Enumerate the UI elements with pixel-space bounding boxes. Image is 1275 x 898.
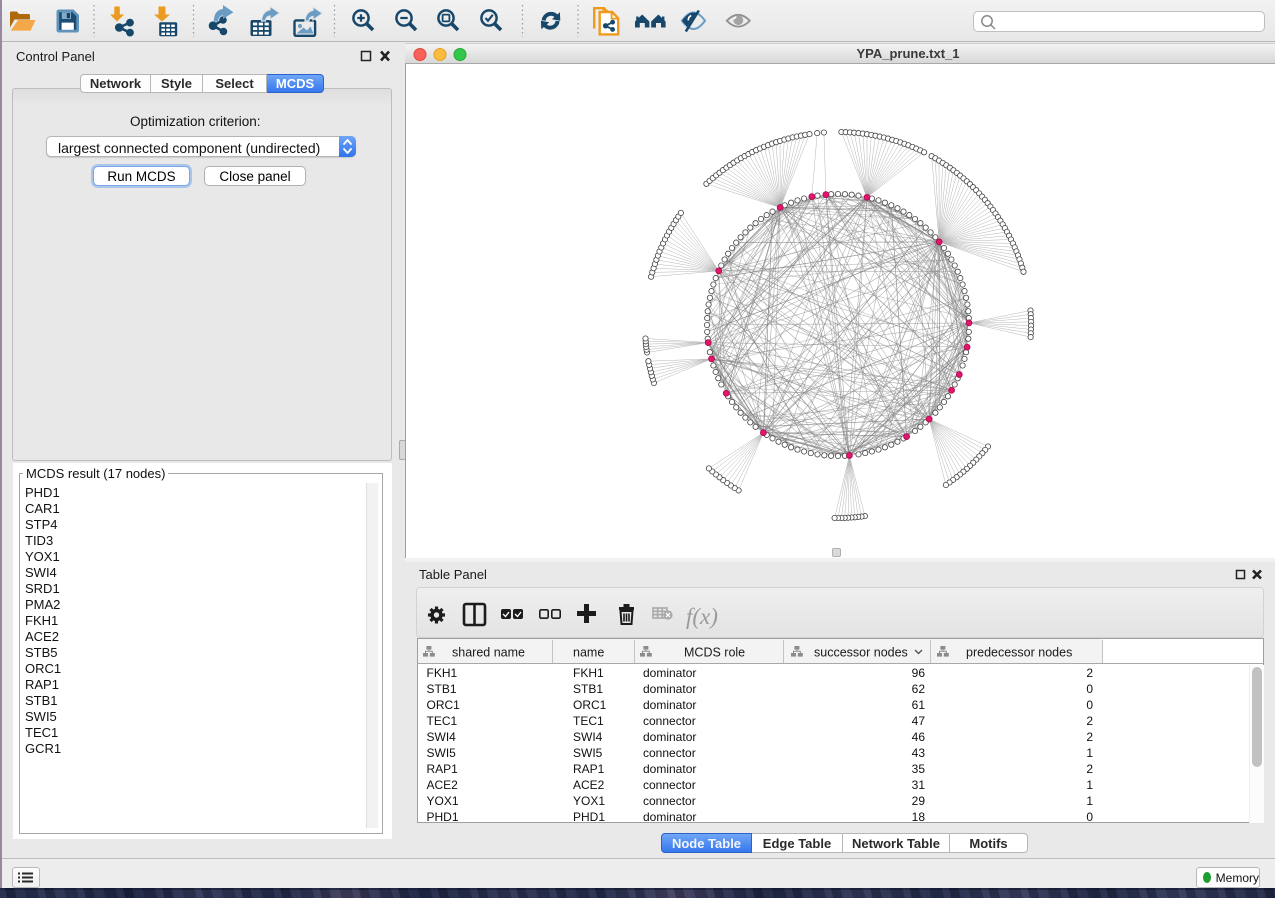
svg-text:dominator: dominator — [643, 682, 696, 696]
svg-text:connector: connector — [643, 778, 696, 792]
svg-text:SWI5: SWI5 — [427, 746, 457, 760]
svg-text:SWI4: SWI4 — [573, 730, 603, 744]
svg-text:dominator: dominator — [643, 810, 696, 824]
svg-text:FKH1: FKH1 — [427, 666, 458, 680]
svg-text:0: 0 — [1086, 682, 1093, 696]
svg-text:shared name: shared name — [452, 646, 525, 660]
svg-text:connector: connector — [643, 794, 696, 808]
svg-text:YOX1: YOX1 — [573, 794, 605, 808]
svg-text:dominator: dominator — [643, 762, 696, 776]
svg-text:connector: connector — [643, 746, 696, 760]
svg-text:18: 18 — [912, 810, 926, 824]
svg-text:47: 47 — [912, 714, 926, 728]
svg-text:PHD1: PHD1 — [427, 810, 459, 824]
svg-text:TEC1: TEC1 — [573, 714, 604, 728]
svg-text:name: name — [573, 646, 604, 660]
svg-text:1: 1 — [1086, 794, 1093, 808]
svg-text:STB1: STB1 — [573, 682, 603, 696]
svg-text:62: 62 — [912, 682, 926, 696]
svg-text:f(x): f(x) — [686, 604, 718, 629]
svg-text:2: 2 — [1086, 730, 1093, 744]
svg-text:SWI4: SWI4 — [427, 730, 457, 744]
svg-text:ORC1: ORC1 — [573, 698, 607, 712]
svg-text:43: 43 — [912, 746, 926, 760]
svg-text:35: 35 — [912, 762, 926, 776]
svg-text:31: 31 — [912, 778, 926, 792]
svg-text:2: 2 — [1086, 666, 1093, 680]
svg-text:ACE2: ACE2 — [427, 778, 459, 792]
svg-text:RAP1: RAP1 — [427, 762, 459, 776]
svg-text:61: 61 — [912, 698, 926, 712]
svg-text:YOX1: YOX1 — [427, 794, 459, 808]
svg-text:RAP1: RAP1 — [573, 762, 605, 776]
svg-text:1: 1 — [1086, 746, 1093, 760]
svg-text:0: 0 — [1086, 810, 1093, 824]
svg-text:predecessor nodes: predecessor nodes — [966, 646, 1072, 660]
svg-text:dominator: dominator — [643, 698, 696, 712]
svg-text:29: 29 — [912, 794, 926, 808]
svg-text:MCDS role: MCDS role — [684, 646, 745, 660]
svg-text:ACE2: ACE2 — [573, 778, 605, 792]
svg-text:PHD1: PHD1 — [573, 810, 605, 824]
svg-text:SWI5: SWI5 — [573, 746, 603, 760]
svg-text:dominator: dominator — [643, 666, 696, 680]
svg-text:46: 46 — [912, 730, 926, 744]
svg-text:96: 96 — [912, 666, 926, 680]
svg-text:connector: connector — [643, 714, 696, 728]
svg-text:ORC1: ORC1 — [427, 698, 461, 712]
svg-text:dominator: dominator — [643, 730, 696, 744]
svg-text:STB1: STB1 — [427, 682, 457, 696]
svg-text:1: 1 — [1086, 778, 1093, 792]
svg-text:successor nodes: successor nodes — [814, 646, 908, 660]
svg-text:2: 2 — [1086, 714, 1093, 728]
svg-text:0: 0 — [1086, 698, 1093, 712]
svg-text:FKH1: FKH1 — [573, 666, 604, 680]
svg-text:TEC1: TEC1 — [427, 714, 458, 728]
svg-text:2: 2 — [1086, 762, 1093, 776]
